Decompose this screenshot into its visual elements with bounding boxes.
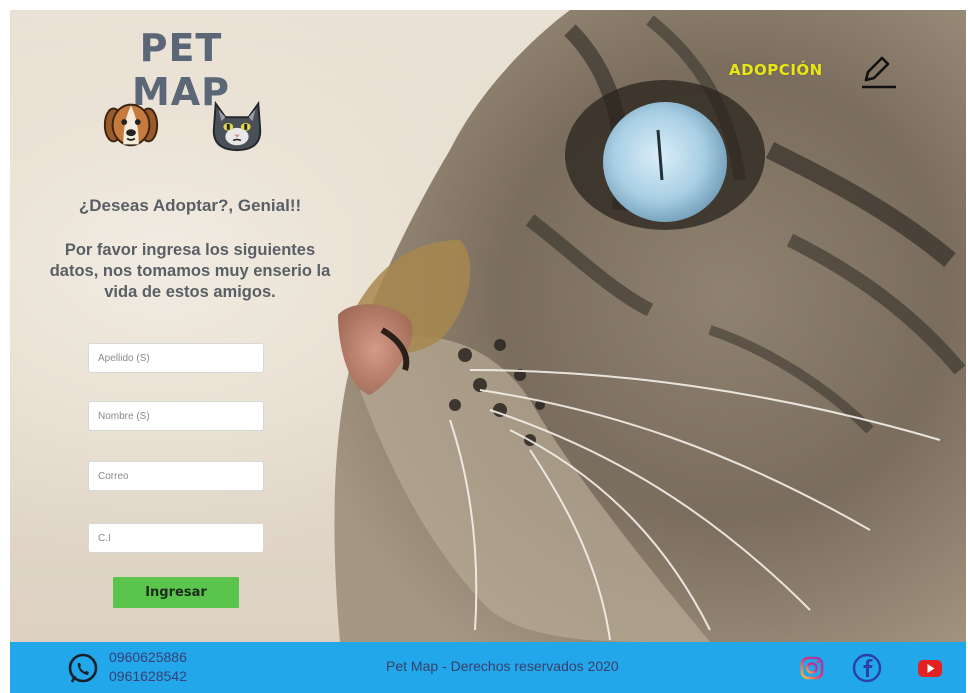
phone-2: 0961628542	[109, 668, 187, 684]
whatsapp-icon[interactable]	[66, 652, 100, 686]
nav-adopcion-link[interactable]: ADOPCIÓN	[729, 61, 823, 79]
phone-numbers: 0960625886 0961628542	[109, 648, 187, 686]
phone-1: 0960625886	[109, 649, 187, 665]
intro-description: Por favor ingresa los siguientes datos, …	[49, 241, 331, 301]
correo-input[interactable]	[88, 461, 264, 491]
youtube-icon[interactable]	[915, 653, 945, 683]
dog-face-icon	[103, 103, 159, 147]
footer: 0960625886 0961628542 Pet Map - Derechos…	[10, 642, 966, 693]
facebook-icon[interactable]	[852, 653, 882, 683]
apellido-input[interactable]	[88, 343, 264, 373]
ci-input[interactable]	[88, 523, 264, 553]
nombre-input[interactable]	[88, 401, 264, 431]
cat-face-icon	[212, 100, 262, 152]
intro-heading: ¿Deseas Adoptar?, Genial!!	[78, 196, 302, 215]
instagram-icon[interactable]	[797, 653, 827, 683]
pencil-icon[interactable]	[858, 50, 898, 90]
ingresar-button[interactable]: Ingresar	[113, 577, 239, 608]
copyright-text: Pet Map - Derechos reservados 2020	[386, 658, 619, 674]
